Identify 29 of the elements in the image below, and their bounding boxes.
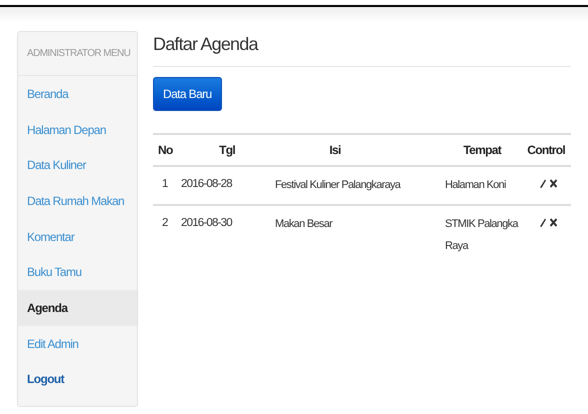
edit-icon[interactable] bbox=[540, 218, 546, 227]
edit-icon[interactable] bbox=[540, 179, 546, 188]
sidebar-item[interactable]: Agenda bbox=[18, 290, 137, 326]
sidebar-title: ADMINISTRATOR MENU bbox=[27, 47, 130, 61]
new-data-button[interactable]: Data Baru bbox=[153, 77, 222, 111]
page-title: Daftar Agenda bbox=[153, 34, 258, 54]
table-cell-text: 1 bbox=[161, 177, 169, 192]
table-cell-text: 2016-08-30 bbox=[180, 216, 234, 231]
sidebar-item[interactable]: Beranda bbox=[18, 76, 137, 112]
sidebar-item[interactable]: Logout bbox=[18, 362, 137, 398]
sidebar-item[interactable]: Data Kuliner bbox=[18, 147, 137, 184]
column-header: No bbox=[157, 142, 174, 159]
column-header: Isi bbox=[328, 142, 342, 159]
sidebar-item[interactable]: Edit Admin bbox=[18, 326, 137, 362]
table-cell-text: Halaman Koni bbox=[444, 178, 507, 193]
table-cell-text: 2 bbox=[161, 216, 169, 231]
delete-icon[interactable] bbox=[550, 218, 557, 227]
sidebar-item[interactable]: Buku Tamu bbox=[18, 254, 137, 290]
sidebar-item[interactable]: Halaman Depan bbox=[18, 112, 137, 148]
sidebar-item[interactable]: Data Rumah Makan bbox=[18, 183, 137, 219]
column-header: Control bbox=[526, 142, 566, 159]
sidebar-item[interactable]: Komentar bbox=[18, 218, 137, 254]
column-header: Tgl bbox=[218, 142, 236, 159]
table-cell-text: 2016-08-28 bbox=[180, 177, 234, 192]
column-header: Tempat bbox=[462, 142, 502, 159]
delete-icon[interactable] bbox=[550, 179, 557, 188]
table-cell-text: Makan Besar bbox=[274, 217, 334, 232]
table-cell-text: STMIK Palangka Raya bbox=[444, 217, 520, 254]
table-cell-text: Festival Kuliner Palangkaraya bbox=[274, 178, 402, 193]
